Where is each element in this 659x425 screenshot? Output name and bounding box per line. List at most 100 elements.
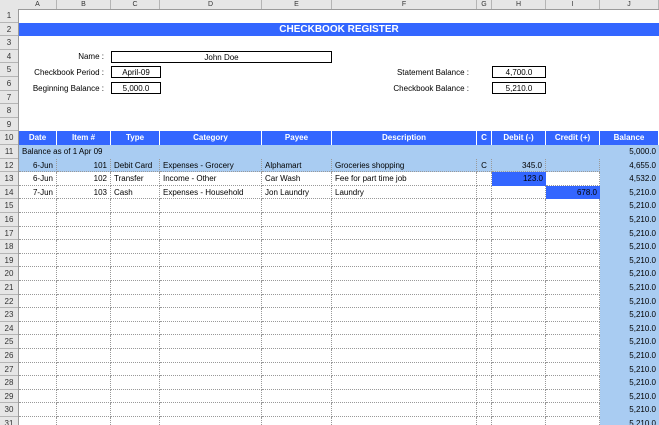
period-field[interactable]: April-09 <box>111 66 161 79</box>
cell-c31[interactable] <box>111 417 160 425</box>
cell-g20[interactable] <box>477 267 492 281</box>
cell-e26[interactable] <box>262 349 332 363</box>
cell-d30[interactable] <box>160 403 262 417</box>
row-header-10[interactable]: 10 <box>0 131 18 145</box>
txn-2-debit[interactable]: 123.0 <box>492 172 546 186</box>
cell-b30[interactable] <box>57 403 111 417</box>
cell-f29[interactable] <box>332 389 477 404</box>
cell-g31[interactable] <box>477 417 492 425</box>
row-header-11[interactable]: 11 <box>0 145 18 159</box>
cell-b27[interactable] <box>57 362 111 377</box>
cell-e28[interactable] <box>262 376 332 390</box>
cell-b31[interactable] <box>57 417 111 425</box>
txn-2-item[interactable]: 102 <box>57 172 111 186</box>
cell-c24[interactable] <box>111 321 160 336</box>
row-header-21[interactable]: 21 <box>0 281 18 295</box>
cell-h15[interactable] <box>492 199 546 213</box>
cell-d19[interactable] <box>160 253 262 268</box>
cell-g30[interactable] <box>477 403 492 417</box>
cell-a21[interactable] <box>19 281 57 295</box>
cell-d17[interactable] <box>160 226 262 241</box>
cell-d31[interactable] <box>160 417 262 425</box>
cell-a16[interactable] <box>19 213 57 227</box>
cell-b15[interactable] <box>57 199 111 213</box>
txn-2-date[interactable]: 6-Jun <box>19 172 57 186</box>
cell-a30[interactable] <box>19 403 57 417</box>
cell-a25[interactable] <box>19 335 57 349</box>
cell-c21[interactable] <box>111 281 160 295</box>
cell-h17[interactable] <box>492 226 546 241</box>
cell-i28[interactable] <box>546 376 600 390</box>
row-header-13[interactable]: 13 <box>0 172 18 186</box>
cell-b18[interactable] <box>57 240 111 254</box>
column-header-f[interactable]: F <box>332 0 477 9</box>
row-header-16[interactable]: 16 <box>0 213 18 227</box>
cell-f26[interactable] <box>332 349 477 363</box>
cell-f30[interactable] <box>332 403 477 417</box>
cell-h24[interactable] <box>492 321 546 336</box>
cell-d16[interactable] <box>160 213 262 227</box>
cell-f25[interactable] <box>332 335 477 349</box>
cell-b19[interactable] <box>57 253 111 268</box>
cell-h27[interactable] <box>492 362 546 377</box>
cell-h18[interactable] <box>492 240 546 254</box>
txn-3-c[interactable] <box>477 185 492 200</box>
cell-h28[interactable] <box>492 376 546 390</box>
txn-1-debit[interactable]: 345.0 <box>492 158 546 173</box>
cell-c16[interactable] <box>111 213 160 227</box>
txn-1-credit[interactable] <box>546 158 600 173</box>
cell-i27[interactable] <box>546 362 600 377</box>
row-header-18[interactable]: 18 <box>0 240 18 254</box>
cell-i19[interactable] <box>546 253 600 268</box>
row-header-27[interactable]: 27 <box>0 363 18 377</box>
cell-g22[interactable] <box>477 294 492 309</box>
cell-b20[interactable] <box>57 267 111 281</box>
column-header-e[interactable]: E <box>262 0 332 9</box>
cell-g18[interactable] <box>477 240 492 254</box>
cell-a17[interactable] <box>19 226 57 241</box>
cell-h29[interactable] <box>492 389 546 404</box>
cell-e23[interactable] <box>262 308 332 322</box>
cell-c17[interactable] <box>111 226 160 241</box>
cell-i22[interactable] <box>546 294 600 309</box>
cell-c19[interactable] <box>111 253 160 268</box>
cell-a26[interactable] <box>19 349 57 363</box>
cell-b17[interactable] <box>57 226 111 241</box>
column-header-a[interactable]: A <box>19 0 57 9</box>
txn-1-type[interactable]: Debit Card <box>111 158 160 173</box>
cell-e27[interactable] <box>262 362 332 377</box>
cell-d20[interactable] <box>160 267 262 281</box>
txn-3-description[interactable]: Laundry <box>332 185 477 200</box>
cell-h30[interactable] <box>492 403 546 417</box>
cell-f16[interactable] <box>332 213 477 227</box>
txn-2-credit[interactable] <box>546 172 600 186</box>
cell-c20[interactable] <box>111 267 160 281</box>
cell-g24[interactable] <box>477 321 492 336</box>
cell-f18[interactable] <box>332 240 477 254</box>
cell-i20[interactable] <box>546 267 600 281</box>
cell-e31[interactable] <box>262 417 332 425</box>
cell-h26[interactable] <box>492 349 546 363</box>
cell-a18[interactable] <box>19 240 57 254</box>
cell-e30[interactable] <box>262 403 332 417</box>
column-header-b[interactable]: B <box>57 0 111 9</box>
cell-f27[interactable] <box>332 362 477 377</box>
cell-f19[interactable] <box>332 253 477 268</box>
cell-i30[interactable] <box>546 403 600 417</box>
cell-a31[interactable] <box>19 417 57 425</box>
cell-g16[interactable] <box>477 213 492 227</box>
cell-e21[interactable] <box>262 281 332 295</box>
cell-i21[interactable] <box>546 281 600 295</box>
row-header-20[interactable]: 20 <box>0 267 18 281</box>
cell-f20[interactable] <box>332 267 477 281</box>
txn-3-item[interactable]: 103 <box>57 185 111 200</box>
cell-e18[interactable] <box>262 240 332 254</box>
row-header-14[interactable]: 14 <box>0 186 18 200</box>
cell-d27[interactable] <box>160 362 262 377</box>
cell-d25[interactable] <box>160 335 262 349</box>
row-header-30[interactable]: 30 <box>0 403 18 417</box>
cell-b28[interactable] <box>57 376 111 390</box>
cell-c18[interactable] <box>111 240 160 254</box>
cell-d26[interactable] <box>160 349 262 363</box>
cell-c29[interactable] <box>111 389 160 404</box>
